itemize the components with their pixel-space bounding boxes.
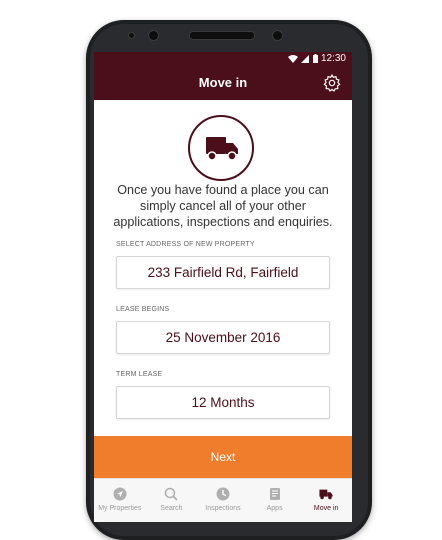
wifi-icon xyxy=(288,55,298,63)
page-title: Move in xyxy=(198,75,248,90)
tab-label: Apps xyxy=(266,505,283,512)
battery-icon xyxy=(313,54,318,63)
truck-icon xyxy=(319,489,333,500)
tab-label: Search xyxy=(160,505,183,512)
move-in-hero-icon xyxy=(188,115,254,181)
sensor-dot-icon xyxy=(128,32,135,39)
tab-move-in[interactable]: Move in xyxy=(300,479,352,522)
truck-icon xyxy=(206,137,238,161)
tab-label: Move in xyxy=(313,505,339,512)
tab-label: Inspections xyxy=(205,505,241,512)
status-bar: 12:30 xyxy=(94,52,352,66)
tab-my-properties[interactable]: My Properties xyxy=(94,479,146,522)
term-lease-label: TERM LEASE xyxy=(116,371,163,378)
app-bar: Move in xyxy=(94,66,352,100)
tab-inspections[interactable]: Inspections xyxy=(197,479,249,522)
phone-speaker xyxy=(189,31,255,40)
lease-begins-label: LEASE BEGINS xyxy=(116,306,170,313)
term-lease-field[interactable]: 12 Months xyxy=(116,386,330,419)
gear-icon[interactable] xyxy=(322,73,342,93)
navigation-icon xyxy=(113,487,127,501)
document-icon xyxy=(269,488,280,500)
tab-search[interactable]: Search xyxy=(146,479,198,522)
address-field[interactable]: 233 Fairfield Rd, Fairfield xyxy=(116,256,330,289)
search-icon xyxy=(165,487,179,501)
address-label: SELECT ADDRESS OF NEW PROPERTY xyxy=(116,241,255,248)
front-camera-icon xyxy=(148,30,159,41)
intro-text: Once you have found a place you can simp… xyxy=(113,183,333,229)
status-time: 12:30 xyxy=(320,53,346,64)
clock-icon xyxy=(216,487,230,501)
tab-apps[interactable]: Apps xyxy=(249,479,301,522)
lease-begins-field[interactable]: 25 November 2016 xyxy=(116,321,330,354)
app-screen: 12:30 Move in Once you have found a plac… xyxy=(94,52,352,522)
next-button[interactable]: Next xyxy=(94,436,352,478)
tab-label: My Properties xyxy=(98,505,142,512)
signal-icon xyxy=(301,55,309,63)
bottom-tab-bar: My Properties Search Inspections Apps Mo… xyxy=(94,478,352,522)
sensor-icon xyxy=(272,30,283,41)
